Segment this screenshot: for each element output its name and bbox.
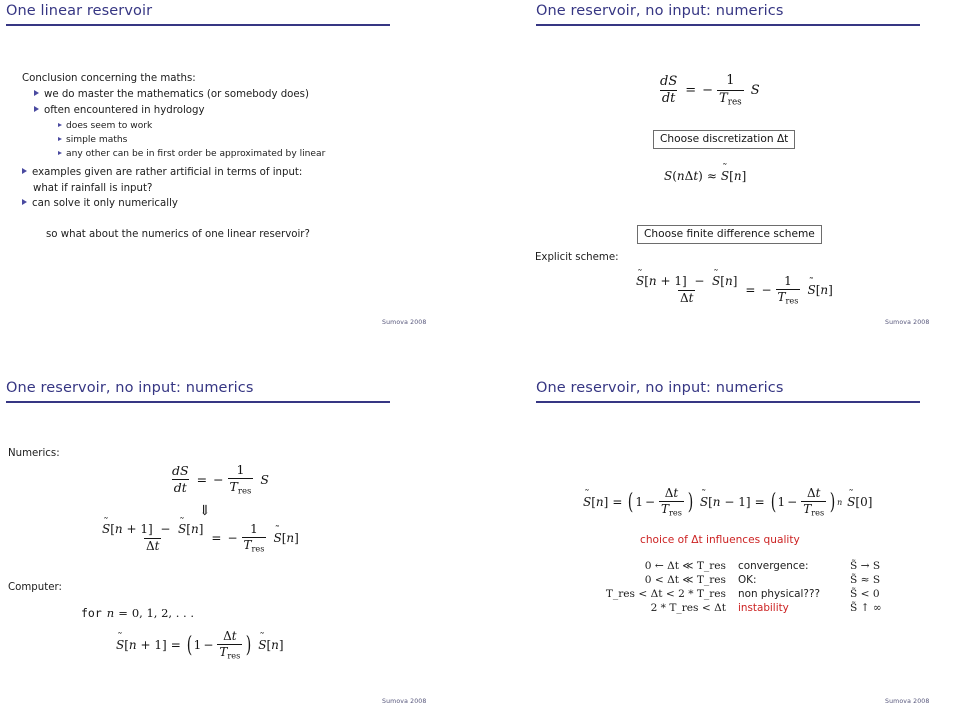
list-item-label: any other can be in first order be appro… (66, 149, 326, 159)
title-underline (536, 24, 920, 27)
stability-condition: T_res < Δt < 2 * T_res (605, 588, 726, 600)
bullet-triangle-icon (22, 168, 27, 174)
callout-choose-discretization: Choose discretization Δt (653, 130, 796, 149)
stability-condition: 0 < Δt ≪ T_res (644, 574, 726, 586)
bullet-triangle-icon (58, 151, 62, 155)
slide-one-linear-reservoir: One linear reservoir Conclusion concerni… (0, 0, 480, 355)
stability-result: S̃ ≈ S (850, 574, 881, 586)
title-underline (6, 401, 390, 404)
title-underline (536, 401, 920, 404)
numerics-label: Numerics: (8, 448, 60, 459)
slide-title: One reservoir, no input: numerics (536, 3, 784, 19)
stability-table: 0 ← Δt ≪ T_res convergence: S̃ → S 0 < Δ… (590, 560, 882, 614)
stability-result: S̃ < 0 (850, 588, 880, 600)
slide-title: One linear reservoir (6, 3, 153, 19)
for-loop-statement: for n = 0, 1, 2, . . . (81, 606, 195, 620)
callout-choose-scheme: Choose finite difference scheme (637, 225, 822, 244)
equation-explicit-scheme: S ˜ [n + 1] − S ˜ [n] Δt = − 1 Tres S ˜ [n] (636, 268, 833, 306)
list-item: often encountered in hydrology (34, 105, 205, 116)
slide-title: One reservoir, no input: numerics (536, 380, 784, 396)
slide-title: One reservoir, no input: numerics (6, 380, 254, 396)
bullet-triangle-icon (34, 90, 39, 96)
list-item-label: we do master the mathematics (or somebod… (44, 89, 309, 100)
list-item: any other can be in first order be appro… (58, 149, 325, 159)
list-item: can solve it only numerically (22, 198, 178, 209)
bullet-triangle-icon (34, 106, 39, 112)
slide-footer: Sumova 2008 (885, 698, 930, 705)
caption-choice-influences-quality: choice of Δt influences quality (640, 534, 800, 546)
stability-verdict: convergence: (738, 560, 809, 572)
slide-numerics-stability: One reservoir, no input: numerics S ˜[n] … (480, 355, 960, 710)
list-item-label: often encountered in hydrology (44, 105, 205, 116)
equation-ode: dS dt = − 1 Tres S (659, 73, 760, 108)
list-item-label: examples given are rather artificial in … (32, 167, 303, 178)
implies-arrow-icon: ⇓ (199, 503, 211, 519)
closing-question: so what about the numerics of one linear… (46, 229, 310, 240)
stability-result: S̃ ↑ ∞ (850, 602, 882, 614)
computer-label: Computer: (8, 582, 62, 593)
stability-condition: 2 * T_res < Δt (650, 602, 726, 614)
stability-verdict: instability (738, 602, 789, 614)
list-item: examples given are rather artificial in … (22, 167, 302, 178)
stability-result: S̃ → S (850, 560, 881, 572)
slide-footer: Sumova 2008 (382, 698, 427, 705)
handout-sheet: One linear reservoir Conclusion concerni… (0, 0, 960, 710)
slide-footer: Sumova 2008 (382, 319, 427, 326)
bullet-triangle-icon (58, 137, 62, 141)
stability-verdict: OK: (738, 574, 757, 586)
equation-ode: dS dt = − 1 Tres S (171, 462, 269, 497)
slide-footer: Sumova 2008 (885, 319, 930, 326)
slide-numerics-discretization: One reservoir, no input: numerics dS dt =… (480, 0, 960, 355)
list-item: simple maths (58, 135, 127, 145)
stability-condition: 0 ← Δt ≪ T_res (644, 560, 726, 572)
title-underline (6, 24, 390, 27)
equation-sampling: S(n Δt) ≈ S ˜[n] (664, 162, 747, 183)
stability-verdict: non physical??? (738, 588, 820, 600)
equation-update-rule: S ˜[n + 1] = ( 1− Δt Tres ) S ˜ [n] (116, 629, 284, 661)
list-item: does seem to work (58, 121, 152, 131)
slide-numerics-computer: One reservoir, no input: numerics Numeri… (0, 355, 480, 710)
explicit-scheme-label: Explicit scheme: (535, 252, 619, 263)
conclusion-heading: Conclusion concerning the maths: (22, 73, 196, 84)
equation-explicit-scheme: S ˜ [n + 1] − S ˜ [n] Δt = − 1 Tres S ˜ [n] (102, 516, 299, 554)
list-item-label: does seem to work (66, 121, 153, 131)
bullet-triangle-icon (58, 123, 62, 127)
equation-closed-form: S ˜[n] = ( 1− Δt Tres ) S ˜ [n − 1] = ( 1− Δ… (583, 486, 873, 518)
bullet-triangle-icon (22, 199, 27, 205)
list-item: we do master the mathematics (or somebod… (34, 89, 309, 100)
list-item-label: simple maths (66, 135, 128, 145)
list-item-continuation: what if rainfall is input? (33, 183, 153, 194)
list-item-label: can solve it only numerically (32, 198, 178, 209)
